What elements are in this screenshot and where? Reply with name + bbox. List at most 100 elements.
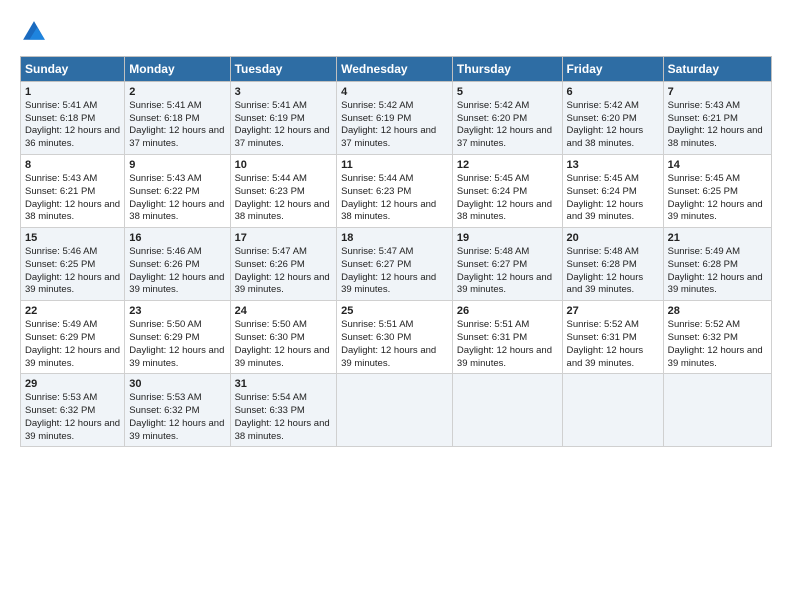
sunset-text: Sunset: 6:32 PM <box>129 405 199 416</box>
calendar-cell: 21Sunrise: 5:49 AMSunset: 6:28 PMDayligh… <box>663 228 771 301</box>
calendar-cell: 22Sunrise: 5:49 AMSunset: 6:29 PMDayligh… <box>21 301 125 374</box>
col-saturday: Saturday <box>663 57 771 82</box>
calendar-week-row: 29Sunrise: 5:53 AMSunset: 6:32 PMDayligh… <box>21 374 772 447</box>
calendar-cell: 9Sunrise: 5:43 AMSunset: 6:22 PMDaylight… <box>125 155 230 228</box>
day-number: 18 <box>341 231 448 246</box>
daylight-text: Daylight: 12 hours and 38 minutes. <box>341 199 436 223</box>
day-number: 6 <box>567 85 659 100</box>
sunrise-text: Sunrise: 5:47 AM <box>235 246 307 257</box>
calendar-cell: 3Sunrise: 5:41 AMSunset: 6:19 PMDaylight… <box>230 82 337 155</box>
day-number: 11 <box>341 158 448 173</box>
day-number: 12 <box>457 158 558 173</box>
sunset-text: Sunset: 6:28 PM <box>668 259 738 270</box>
calendar-cell: 25Sunrise: 5:51 AMSunset: 6:30 PMDayligh… <box>337 301 453 374</box>
calendar-cell: 31Sunrise: 5:54 AMSunset: 6:33 PMDayligh… <box>230 374 337 447</box>
calendar-cell: 13Sunrise: 5:45 AMSunset: 6:24 PMDayligh… <box>562 155 663 228</box>
sunrise-text: Sunrise: 5:45 AM <box>567 173 639 184</box>
calendar-week-row: 1Sunrise: 5:41 AMSunset: 6:18 PMDaylight… <box>21 82 772 155</box>
calendar-cell <box>452 374 562 447</box>
sunrise-text: Sunrise: 5:48 AM <box>567 246 639 257</box>
daylight-text: Daylight: 12 hours and 38 minutes. <box>567 125 644 149</box>
sunset-text: Sunset: 6:18 PM <box>129 113 199 124</box>
sunrise-text: Sunrise: 5:42 AM <box>457 100 529 111</box>
daylight-text: Daylight: 12 hours and 38 minutes. <box>25 199 120 223</box>
day-number: 1 <box>25 85 120 100</box>
logo <box>20 18 52 46</box>
sunset-text: Sunset: 6:23 PM <box>341 186 411 197</box>
day-number: 14 <box>668 158 767 173</box>
calendar-cell: 23Sunrise: 5:50 AMSunset: 6:29 PMDayligh… <box>125 301 230 374</box>
calendar-cell: 29Sunrise: 5:53 AMSunset: 6:32 PMDayligh… <box>21 374 125 447</box>
sunset-text: Sunset: 6:23 PM <box>235 186 305 197</box>
sunrise-text: Sunrise: 5:45 AM <box>457 173 529 184</box>
sunrise-text: Sunrise: 5:53 AM <box>25 392 97 403</box>
sunrise-text: Sunrise: 5:54 AM <box>235 392 307 403</box>
daylight-text: Daylight: 12 hours and 36 minutes. <box>25 125 120 149</box>
daylight-text: Daylight: 12 hours and 39 minutes. <box>235 272 330 296</box>
header-row: Sunday Monday Tuesday Wednesday Thursday… <box>21 57 772 82</box>
calendar-week-row: 22Sunrise: 5:49 AMSunset: 6:29 PMDayligh… <box>21 301 772 374</box>
daylight-text: Daylight: 12 hours and 39 minutes. <box>457 272 552 296</box>
sunset-text: Sunset: 6:18 PM <box>25 113 95 124</box>
daylight-text: Daylight: 12 hours and 39 minutes. <box>668 199 763 223</box>
day-number: 24 <box>235 304 333 319</box>
sunset-text: Sunset: 6:27 PM <box>341 259 411 270</box>
page: Sunday Monday Tuesday Wednesday Thursday… <box>0 0 792 612</box>
sunset-text: Sunset: 6:25 PM <box>668 186 738 197</box>
sunset-text: Sunset: 6:30 PM <box>341 332 411 343</box>
sunset-text: Sunset: 6:33 PM <box>235 405 305 416</box>
day-number: 3 <box>235 85 333 100</box>
sunset-text: Sunset: 6:19 PM <box>341 113 411 124</box>
calendar-cell: 1Sunrise: 5:41 AM Sunset: 6:18 PMDaylight… <box>21 82 125 155</box>
day-number: 19 <box>457 231 558 246</box>
calendar-cell: 26Sunrise: 5:51 AMSunset: 6:31 PMDayligh… <box>452 301 562 374</box>
header <box>20 18 772 46</box>
sunrise-text: Sunrise: 5:52 AM <box>668 319 740 330</box>
sunset-text: Sunset: 6:29 PM <box>129 332 199 343</box>
sunset-text: Sunset: 6:26 PM <box>129 259 199 270</box>
daylight-text: Daylight: 12 hours and 39 minutes. <box>567 272 644 296</box>
daylight-text: Daylight: 12 hours and 39 minutes. <box>25 345 120 369</box>
sunrise-text: Sunrise: 5:53 AM <box>129 392 201 403</box>
sunrise-text: Sunrise: 5:46 AM <box>25 246 97 257</box>
sunset-text: Sunset: 6:22 PM <box>129 186 199 197</box>
day-number: 21 <box>668 231 767 246</box>
calendar-cell: 18Sunrise: 5:47 AMSunset: 6:27 PMDayligh… <box>337 228 453 301</box>
sunrise-text: Sunrise: 5:49 AM <box>25 319 97 330</box>
day-number: 15 <box>25 231 120 246</box>
calendar-cell: 8Sunrise: 5:43 AMSunset: 6:21 PMDaylight… <box>21 155 125 228</box>
daylight-text: Daylight: 12 hours and 39 minutes. <box>235 345 330 369</box>
calendar-cell: 30Sunrise: 5:53 AMSunset: 6:32 PMDayligh… <box>125 374 230 447</box>
day-number: 7 <box>668 85 767 100</box>
daylight-text: Daylight: 12 hours and 38 minutes. <box>129 199 224 223</box>
day-number: 29 <box>25 377 120 392</box>
daylight-text: Daylight: 12 hours and 39 minutes. <box>567 199 644 223</box>
sunset-text: Sunset: 6:24 PM <box>567 186 637 197</box>
calendar-cell: 14Sunrise: 5:45 AMSunset: 6:25 PMDayligh… <box>663 155 771 228</box>
sunrise-text: Sunrise: 5:41 AM <box>25 100 97 111</box>
sunrise-text: Sunrise: 5:50 AM <box>235 319 307 330</box>
calendar-cell <box>562 374 663 447</box>
day-number: 23 <box>129 304 225 319</box>
daylight-text: Daylight: 12 hours and 39 minutes. <box>668 272 763 296</box>
calendar-cell: 17Sunrise: 5:47 AMSunset: 6:26 PMDayligh… <box>230 228 337 301</box>
day-number: 8 <box>25 158 120 173</box>
calendar-cell: 7Sunrise: 5:43 AMSunset: 6:21 PMDaylight… <box>663 82 771 155</box>
calendar-week-row: 8Sunrise: 5:43 AMSunset: 6:21 PMDaylight… <box>21 155 772 228</box>
sunset-text: Sunset: 6:31 PM <box>567 332 637 343</box>
sunset-text: Sunset: 6:32 PM <box>668 332 738 343</box>
daylight-text: Daylight: 12 hours and 38 minutes. <box>235 199 330 223</box>
sunrise-text: Sunrise: 5:41 AM <box>129 100 201 111</box>
sunrise-text: Sunrise: 5:46 AM <box>129 246 201 257</box>
daylight-text: Daylight: 12 hours and 39 minutes. <box>25 272 120 296</box>
day-number: 9 <box>129 158 225 173</box>
calendar-week-row: 15Sunrise: 5:46 AMSunset: 6:25 PMDayligh… <box>21 228 772 301</box>
day-number: 27 <box>567 304 659 319</box>
daylight-text: Daylight: 12 hours and 39 minutes. <box>341 272 436 296</box>
calendar-cell: 10Sunrise: 5:44 AMSunset: 6:23 PMDayligh… <box>230 155 337 228</box>
calendar-cell: 27Sunrise: 5:52 AMSunset: 6:31 PMDayligh… <box>562 301 663 374</box>
logo-icon <box>20 18 48 46</box>
sunrise-text: Sunrise: 5:52 AM <box>567 319 639 330</box>
sunset-text: Sunset: 6:28 PM <box>567 259 637 270</box>
calendar-cell: 20Sunrise: 5:48 AMSunset: 6:28 PMDayligh… <box>562 228 663 301</box>
